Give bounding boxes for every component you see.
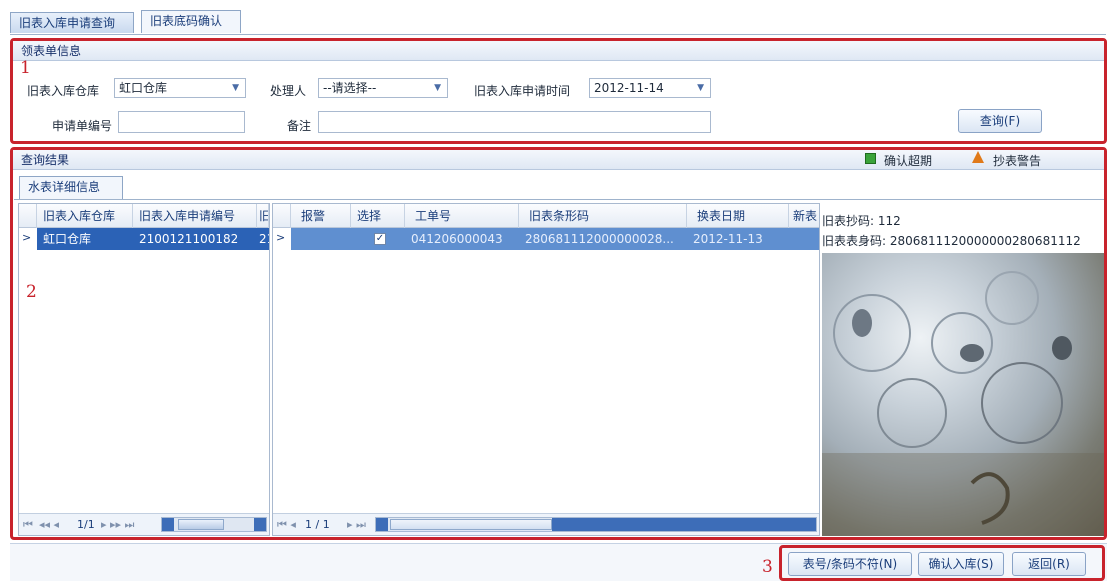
confirm-stock-button[interactable]: 确认入库(S) [918,552,1004,576]
tab-old-meter-query[interactable]: 旧表入库申请查询 [10,12,134,33]
scroll-track[interactable] [552,518,816,531]
warehouse-grid-navigator: ⏮ ◂◂ ◂ 1/1 ▸ ▸▸ ⏭ [19,513,269,535]
form-section-header: 领表单信息 [13,41,1104,61]
scroll-thumb[interactable] [178,519,224,530]
tab-meter-detail[interactable]: 水表详细信息 [19,176,123,199]
meter-grid-header: 报警 选择 工单号 旧表条形码 换表日期 新表 [273,204,819,228]
next-page-icon[interactable]: ▸ ▸▸ ⏭ [101,518,134,532]
handler-value: --请选择-- [323,81,377,95]
results-section-title: 查询结果 [21,153,70,167]
chevron-down-icon: ▼ [434,83,441,93]
meter-reading-label: 旧表抄码: [822,214,875,228]
col-order-no[interactable]: 工单号 [405,204,519,228]
next-page-icon[interactable]: ▸ ⏭ [347,518,366,532]
warehouse-grid: 旧表入库仓库 旧表入库申请编号 旧 虹口仓库 2100121100182 21 … [18,203,270,536]
horizontal-scrollbar[interactable] [161,517,267,532]
apply-time-picker[interactable]: 2012-11-14 ▼ [589,78,711,98]
meter-grid-navigator: ⏮ ◂ 1 / 1 ▸ ⏭ [273,513,819,535]
scroll-left-icon[interactable] [376,518,388,531]
overdue-legend-icon [865,153,876,164]
col-barcode[interactable]: 旧表条形码 [519,204,687,228]
row-indicator-header [19,204,37,228]
col-apply-no[interactable]: 旧表入库申请编号 [133,204,257,228]
meter-reading-value: 112 [877,214,901,228]
cell-apply-no: 2100121100182 [139,232,239,246]
order-no-input[interactable] [118,111,245,133]
warehouse-label: 旧表入库仓库 [27,84,100,98]
page-indicator: 1/1 [77,518,95,531]
warehouse-grid-header: 旧表入库仓库 旧表入库申请编号 旧 [19,204,269,228]
first-page-icon[interactable]: ⏮ ◂ [277,518,296,532]
tab-strip: 旧表入库申请查询 旧表底码确认 [10,10,1106,35]
order-no-label: 申请单编号 [52,119,113,133]
mismatch-button[interactable]: 表号/条码不符(N) [788,552,912,576]
chevron-down-icon: ▼ [697,83,704,93]
col-alarm[interactable]: 报警 [291,204,351,228]
meter-reading-line: 旧表抄码: 112 [822,212,901,229]
prev-page-icon[interactable]: ◂◂ ◂ [39,518,59,531]
col-truncated[interactable]: 旧 [257,204,269,228]
warning-legend-label: 抄表警告 [993,154,1042,168]
form-section-title: 领表单信息 [21,44,82,58]
chevron-down-icon: ▼ [232,83,239,93]
horizontal-scrollbar[interactable] [375,517,817,532]
cell-truncated: 21 [259,232,269,246]
query-button[interactable]: 查询(F) [958,109,1042,133]
scroll-right-icon[interactable] [254,518,266,531]
handler-label: 处理人 [270,84,307,98]
annotation-3: 3 [762,557,773,577]
detail-tab-strip: 水表详细信息 [14,174,1104,200]
remark-input[interactable] [318,111,711,133]
back-button[interactable]: 返回(R) [1012,552,1086,576]
cell-change-date: 2012-11-13 [693,232,763,246]
warehouse-value: 虹口仓库 [119,81,168,95]
meter-photo-illustration [822,271,1104,536]
col-select[interactable]: 选择 [351,204,405,228]
col-change-date[interactable]: 换表日期 [687,204,789,228]
cell-order-no: 041206000043 [411,232,503,246]
warning-triangle-icon [972,151,984,163]
row-indicator-header [273,204,291,228]
select-checkbox[interactable]: ✓ [374,233,386,245]
tab-base-code-confirm[interactable]: 旧表底码确认 [141,10,241,33]
remark-label: 备注 [287,119,312,133]
annotation-2: 2 [26,282,37,302]
row-pointer-icon: > [276,231,286,244]
col-warehouse[interactable]: 旧表入库仓库 [37,204,133,228]
table-row[interactable]: ✓ 041206000043 280681112000000028... 201… [291,228,819,250]
handler-select[interactable]: --请选择-- ▼ [318,78,448,98]
meter-photo [822,253,1104,536]
warehouse-select[interactable]: 虹口仓库 ▼ [114,78,246,98]
apply-time-label: 旧表入库申请时间 [474,84,571,98]
cell-barcode: 280681112000000028... [525,232,674,246]
first-page-icon[interactable]: ⏮ [23,518,33,532]
meter-id-line: 旧表表身码: 280681112000000028068111​2 [822,232,1081,249]
results-section-header: 查询结果 [13,150,1104,170]
scroll-thumb[interactable] [390,519,552,530]
page-indicator: 1 / 1 [305,518,330,531]
cell-warehouse: 虹口仓库 [43,232,92,246]
row-pointer-icon: > [22,231,32,244]
table-row[interactable]: 虹口仓库 2100121100182 21 [37,228,269,250]
meter-id-value: 280681112000000028068111​2 [889,234,1081,248]
col-new-meter[interactable]: 新表 [789,204,819,228]
annotation-1: 1 [20,58,31,78]
cell-alarm [291,228,351,250]
meter-id-label: 旧表表身码: [822,234,887,248]
meter-grid: 报警 选择 工单号 旧表条形码 换表日期 新表 > ✓ 041206000043… [272,203,820,536]
scroll-left-icon[interactable] [162,518,174,531]
apply-time-value: 2012-11-14 [594,81,664,95]
overdue-legend-label: 确认超期 [884,154,933,168]
